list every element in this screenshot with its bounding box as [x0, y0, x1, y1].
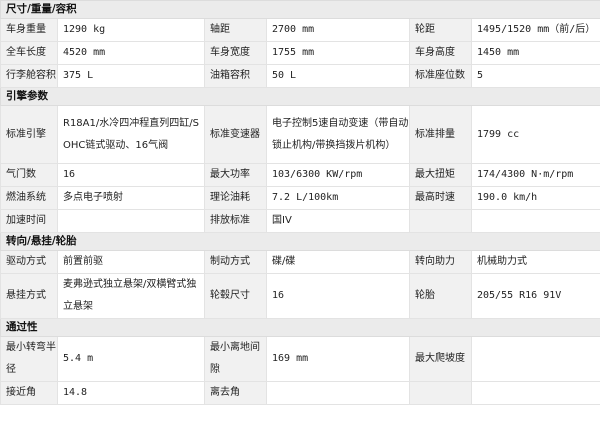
table-row: 行李舱容积 375 L 油箱容积 50 L 标准座位数 5: [0, 64, 600, 88]
value-length: 4520 mm: [57, 41, 205, 65]
value-tires: 205/55 R16 91V: [470, 273, 600, 319]
label-suspension: 悬挂方式: [0, 273, 58, 319]
label-max-climb[interactable]: 最大爬坡度: [409, 336, 472, 382]
table-row: 全车长度 4520 mm 车身宽度 1755 mm 车身高度 1450 mm: [0, 41, 600, 65]
value-brakes: 碟/碟: [266, 250, 410, 274]
label-max-power: 最大功率: [204, 163, 267, 187]
value-engine: R18A1/水冷四冲程直列四缸/SOHC链式驱动、16气阀: [57, 105, 205, 164]
label-length: 全车长度: [0, 41, 58, 65]
value-height: 1450 mm: [470, 41, 600, 65]
table-row: 标准引擎 R18A1/水冷四冲程直列四缸/SOHC链式驱动、16气阀 标准变速器…: [0, 105, 600, 164]
label-height: 车身高度: [409, 41, 472, 65]
label-drive-type: 驱动方式: [0, 250, 58, 274]
value-drive-type: 前置前驱: [57, 250, 205, 274]
table-row: 车身重量 1290 kg 轴距 2700 mm 轮距 1495/1520 mm（…: [0, 18, 600, 42]
label-valves: 气门数: [0, 163, 58, 187]
label-approach-angle[interactable]: 接近角: [0, 381, 58, 405]
label-max-torque: 最大扭矩: [409, 163, 472, 187]
label-empty: [409, 209, 472, 233]
label-trunk-volume[interactable]: 行李舱容积: [0, 64, 58, 88]
label-wheel-size: 轮毂尺寸: [204, 273, 267, 319]
table-row: 驱动方式 前置前驱 制动方式 碟/碟 转向助力 机械助力式: [0, 250, 600, 274]
value-trunk-volume: 375 L: [57, 64, 205, 88]
value-seats: 5: [470, 64, 600, 88]
label-acceleration: 加速时间: [0, 209, 58, 233]
label-top-speed[interactable]: 最高时速: [409, 186, 472, 210]
spec-table: 尺寸/重量/容积 车身重量 1290 kg 轴距 2700 mm 轮距 1495…: [0, 0, 600, 405]
value-max-climb: [470, 336, 600, 382]
value-wheelbase: 2700 mm: [266, 18, 410, 42]
section-title: 通过性: [0, 318, 600, 337]
section-title: 尺寸/重量/容积: [0, 0, 600, 19]
label-fuel-system: 燃油系统: [0, 186, 58, 210]
label-seats: 标准座位数: [409, 64, 472, 88]
table-row: 加速时间 排放标准 国IV: [0, 209, 600, 233]
value-approach-angle: 14.8: [57, 381, 205, 405]
table-row: 悬挂方式 麦弗逊式独立悬架/双横臂式独立悬架 轮毂尺寸 16 轮胎 205/55…: [0, 273, 600, 319]
value-transmission: 电子控制5速自动变速（带自动锁止机构/带换挡拨片机构）: [266, 105, 410, 164]
section-title: 转向/悬挂/轮胎: [0, 232, 600, 251]
label-width: 车身宽度: [204, 41, 267, 65]
label-turning-radius[interactable]: 最小转弯半径: [0, 336, 58, 382]
label-transmission: 标准变速器: [204, 105, 267, 164]
table-row: 最小转弯半径 5.4 m 最小离地间隙 169 mm 最大爬坡度: [0, 336, 600, 382]
label-departure-angle[interactable]: 离去角: [204, 381, 267, 405]
table-row: 接近角 14.8 离去角: [0, 381, 600, 405]
value-top-speed: 190.0 km/h: [470, 186, 600, 210]
label-power-steering: 转向助力: [409, 250, 472, 274]
label-wheelbase[interactable]: 轴距: [204, 18, 267, 42]
label-fuel-consumption: 理论油耗: [204, 186, 267, 210]
label-emission: 排放标准: [204, 209, 267, 233]
value-width: 1755 mm: [266, 41, 410, 65]
label-engine: 标准引擎: [0, 105, 58, 164]
value-empty: [470, 381, 600, 405]
section-title: 引擎参数: [0, 87, 600, 106]
value-fuel-tank: 50 L: [266, 64, 410, 88]
value-valves: 16: [57, 163, 205, 187]
value-fuel-system: 多点电子喷射: [57, 186, 205, 210]
label-curb-weight[interactable]: 车身重量: [0, 18, 58, 42]
value-track: 1495/1520 mm（前/后）: [470, 18, 600, 42]
label-fuel-tank[interactable]: 油箱容积: [204, 64, 267, 88]
table-row: 气门数 16 最大功率 103/6300 KW/rpm 最大扭矩 174/430…: [0, 163, 600, 187]
value-emission: 国IV: [266, 209, 410, 233]
label-ground-clearance[interactable]: 最小离地间隙: [204, 336, 267, 382]
value-ground-clearance: 169 mm: [266, 336, 410, 382]
value-curb-weight: 1290 kg: [57, 18, 205, 42]
value-departure-angle: [266, 381, 410, 405]
value-empty: [470, 209, 600, 233]
section-engine-header: 引擎参数: [0, 87, 600, 106]
label-empty: [409, 381, 472, 405]
label-displacement: 标准排量: [409, 105, 472, 164]
label-brakes: 制动方式: [204, 250, 267, 274]
value-max-torque: 174/4300 N·m/rpm: [470, 163, 600, 187]
value-turning-radius: 5.4 m: [57, 336, 205, 382]
label-tires[interactable]: 轮胎: [409, 273, 472, 319]
section-passability-header: 通过性: [0, 318, 600, 337]
value-max-power: 103/6300 KW/rpm: [266, 163, 410, 187]
value-displacement: 1799 cc: [470, 105, 600, 164]
value-wheel-size: 16: [266, 273, 410, 319]
value-fuel-consumption: 7.2 L/100km: [266, 186, 410, 210]
label-track[interactable]: 轮距: [409, 18, 472, 42]
value-suspension: 麦弗逊式独立悬架/双横臂式独立悬架: [57, 273, 205, 319]
value-power-steering: 机械助力式: [470, 250, 600, 274]
value-acceleration: [57, 209, 205, 233]
section-dimensions-header: 尺寸/重量/容积: [0, 0, 600, 19]
section-steering-header: 转向/悬挂/轮胎: [0, 232, 600, 251]
table-row: 燃油系统 多点电子喷射 理论油耗 7.2 L/100km 最高时速 190.0 …: [0, 186, 600, 210]
